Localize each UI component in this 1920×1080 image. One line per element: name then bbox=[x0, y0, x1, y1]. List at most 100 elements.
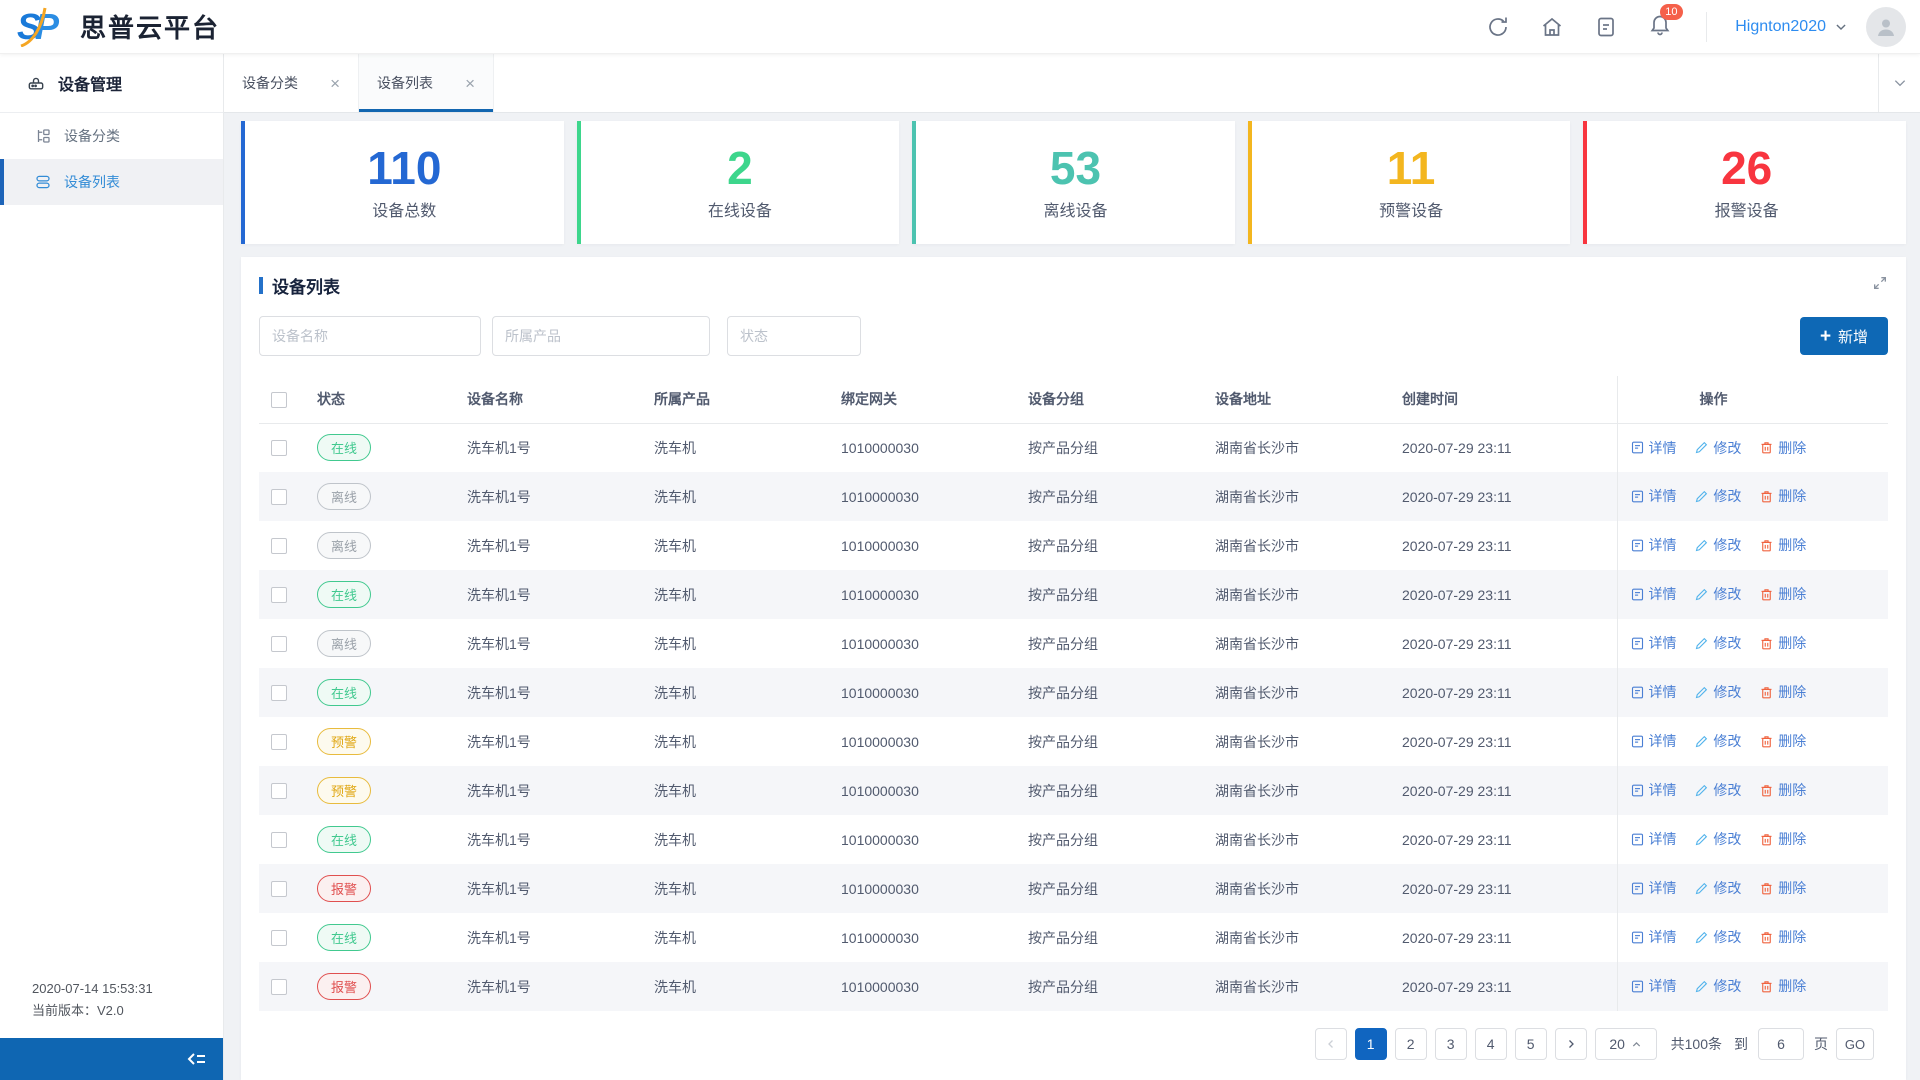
edit-link[interactable]: 修改 bbox=[1694, 878, 1741, 898]
home-icon[interactable] bbox=[1540, 15, 1564, 39]
row-checkbox[interactable] bbox=[271, 685, 287, 702]
row-checkbox[interactable] bbox=[271, 832, 287, 849]
stat-card-warning: 11 预警设备 bbox=[1247, 121, 1571, 244]
device-table: 状态 设备名称 所属产品 绑定网关 设备分组 设备地址 创建时间 操作 在线 洗… bbox=[259, 376, 1888, 1011]
detail-link[interactable]: 详情 bbox=[1630, 780, 1677, 800]
device-name-filter[interactable] bbox=[259, 316, 481, 356]
notification-bell-icon[interactable]: 10 bbox=[1648, 4, 1683, 41]
detail-link[interactable]: 详情 bbox=[1630, 584, 1677, 604]
detail-link[interactable]: 详情 bbox=[1630, 731, 1677, 751]
delete-link[interactable]: 删除 bbox=[1759, 486, 1806, 506]
detail-link[interactable]: 详情 bbox=[1630, 633, 1677, 653]
page-button-2[interactable]: 2 bbox=[1394, 1028, 1427, 1060]
row-checkbox[interactable] bbox=[271, 440, 287, 457]
delete-link[interactable]: 删除 bbox=[1759, 731, 1806, 751]
prev-page-button[interactable] bbox=[1314, 1028, 1347, 1060]
refresh-icon[interactable] bbox=[1486, 15, 1510, 39]
stats-row: 110 设备总数 2 在线设备 53 离线设备 11 预警设备 26 报警设备 bbox=[241, 121, 1906, 244]
detail-doc-icon bbox=[1631, 882, 1643, 895]
tab-device-list[interactable]: 设备列表 × bbox=[359, 54, 494, 112]
edit-link[interactable]: 修改 bbox=[1694, 486, 1741, 506]
table-row: 在线 洗车机1号 洗车机 1010000030 按产品分组 湖南省长沙市 202… bbox=[259, 815, 1888, 864]
detail-link[interactable]: 详情 bbox=[1630, 486, 1677, 506]
delete-link[interactable]: 删除 bbox=[1759, 535, 1806, 555]
delete-link[interactable]: 删除 bbox=[1759, 780, 1806, 800]
user-menu[interactable]: Hignton2020 bbox=[1735, 18, 1848, 36]
page-button-5[interactable]: 5 bbox=[1514, 1028, 1547, 1060]
page-button-3[interactable]: 3 bbox=[1434, 1028, 1467, 1060]
edit-link[interactable]: 修改 bbox=[1694, 584, 1741, 604]
sidebar-group-title: 设备管理 bbox=[58, 77, 123, 94]
edit-link[interactable]: 修改 bbox=[1694, 633, 1741, 653]
page-size-select[interactable]: 20 bbox=[1594, 1028, 1657, 1060]
status-filter[interactable] bbox=[727, 316, 861, 356]
delete-link[interactable]: 删除 bbox=[1759, 927, 1806, 947]
detail-link[interactable]: 详情 bbox=[1630, 976, 1677, 996]
edit-link[interactable]: 修改 bbox=[1694, 780, 1741, 800]
row-checkbox[interactable] bbox=[271, 489, 287, 506]
product-filter[interactable] bbox=[492, 316, 710, 356]
row-checkbox[interactable] bbox=[271, 930, 287, 947]
go-button[interactable]: GO bbox=[1836, 1028, 1874, 1060]
gateway-cell: 1010000030 bbox=[841, 439, 919, 456]
address-cell: 湖南省长沙市 bbox=[1215, 782, 1299, 799]
row-checkbox[interactable] bbox=[271, 783, 287, 800]
edit-link[interactable]: 修改 bbox=[1694, 682, 1741, 702]
delete-link[interactable]: 删除 bbox=[1759, 976, 1806, 996]
status-badge: 在线 bbox=[317, 924, 372, 951]
detail-link[interactable]: 详情 bbox=[1630, 535, 1677, 555]
category-tree-icon bbox=[37, 129, 50, 143]
group-cell: 按产品分组 bbox=[1028, 831, 1098, 848]
row-checkbox[interactable] bbox=[271, 881, 287, 898]
row-checkbox[interactable] bbox=[271, 734, 287, 751]
table-row: 离线 洗车机1号 洗车机 1010000030 按产品分组 湖南省长沙市 202… bbox=[259, 521, 1888, 570]
sidebar-item-device-category[interactable]: 设备分类 bbox=[0, 113, 223, 159]
edit-link[interactable]: 修改 bbox=[1694, 829, 1741, 849]
edit-link[interactable]: 修改 bbox=[1694, 976, 1741, 996]
delete-link[interactable]: 删除 bbox=[1759, 829, 1806, 849]
jump-page-input[interactable] bbox=[1758, 1028, 1804, 1060]
avatar[interactable] bbox=[1866, 6, 1906, 47]
collapse-sidebar-icon[interactable] bbox=[185, 1047, 209, 1071]
add-device-button[interactable]: + 新增 bbox=[1800, 317, 1888, 355]
edit-link[interactable]: 修改 bbox=[1694, 927, 1741, 947]
close-icon[interactable]: × bbox=[330, 75, 340, 92]
next-page-button[interactable] bbox=[1554, 1028, 1587, 1060]
select-all-checkbox[interactable] bbox=[271, 391, 287, 408]
sidebar-item-device-list[interactable]: 设备列表 bbox=[0, 159, 223, 205]
detail-link[interactable]: 详情 bbox=[1630, 829, 1677, 849]
delete-link[interactable]: 删除 bbox=[1759, 438, 1806, 458]
tab-device-category[interactable]: 设备分类 × bbox=[224, 54, 359, 112]
delete-link[interactable]: 删除 bbox=[1759, 584, 1806, 604]
delete-link[interactable]: 删除 bbox=[1759, 878, 1806, 898]
edit-link[interactable]: 修改 bbox=[1694, 731, 1741, 751]
detail-doc-icon bbox=[1631, 784, 1643, 797]
detail-doc-icon bbox=[1631, 833, 1643, 846]
username: Hignton2020 bbox=[1735, 17, 1826, 35]
detail-link[interactable]: 详情 bbox=[1630, 927, 1677, 947]
page-button-4[interactable]: 4 bbox=[1474, 1028, 1507, 1060]
page-button-1[interactable]: 1 bbox=[1354, 1028, 1387, 1060]
sidebar-group-device-management[interactable]: 设备管理 bbox=[0, 54, 223, 113]
edit-link[interactable]: 修改 bbox=[1694, 438, 1741, 458]
close-icon[interactable]: × bbox=[465, 75, 475, 92]
gateway-cell: 1010000030 bbox=[841, 684, 919, 701]
row-checkbox[interactable] bbox=[271, 636, 287, 653]
product-cell: 洗车机 bbox=[654, 978, 696, 995]
delete-link[interactable]: 删除 bbox=[1759, 682, 1806, 702]
detail-link[interactable]: 详情 bbox=[1630, 438, 1677, 458]
pencil-icon bbox=[1696, 882, 1708, 895]
row-checkbox[interactable] bbox=[271, 979, 287, 996]
document-icon[interactable] bbox=[1594, 15, 1618, 39]
delete-link[interactable]: 删除 bbox=[1759, 633, 1806, 653]
detail-link[interactable]: 详情 bbox=[1630, 878, 1677, 898]
edit-link[interactable]: 修改 bbox=[1694, 535, 1741, 555]
row-checkbox[interactable] bbox=[271, 538, 287, 555]
row-checkbox[interactable] bbox=[271, 587, 287, 604]
expand-icon[interactable] bbox=[1872, 275, 1888, 296]
gateway-cell: 1010000030 bbox=[841, 537, 919, 554]
detail-link[interactable]: 详情 bbox=[1630, 682, 1677, 702]
product-cell: 洗车机 bbox=[654, 635, 696, 652]
tab-list-dropdown[interactable] bbox=[1878, 54, 1920, 112]
stat-label: 预警设备 bbox=[1379, 202, 1444, 220]
